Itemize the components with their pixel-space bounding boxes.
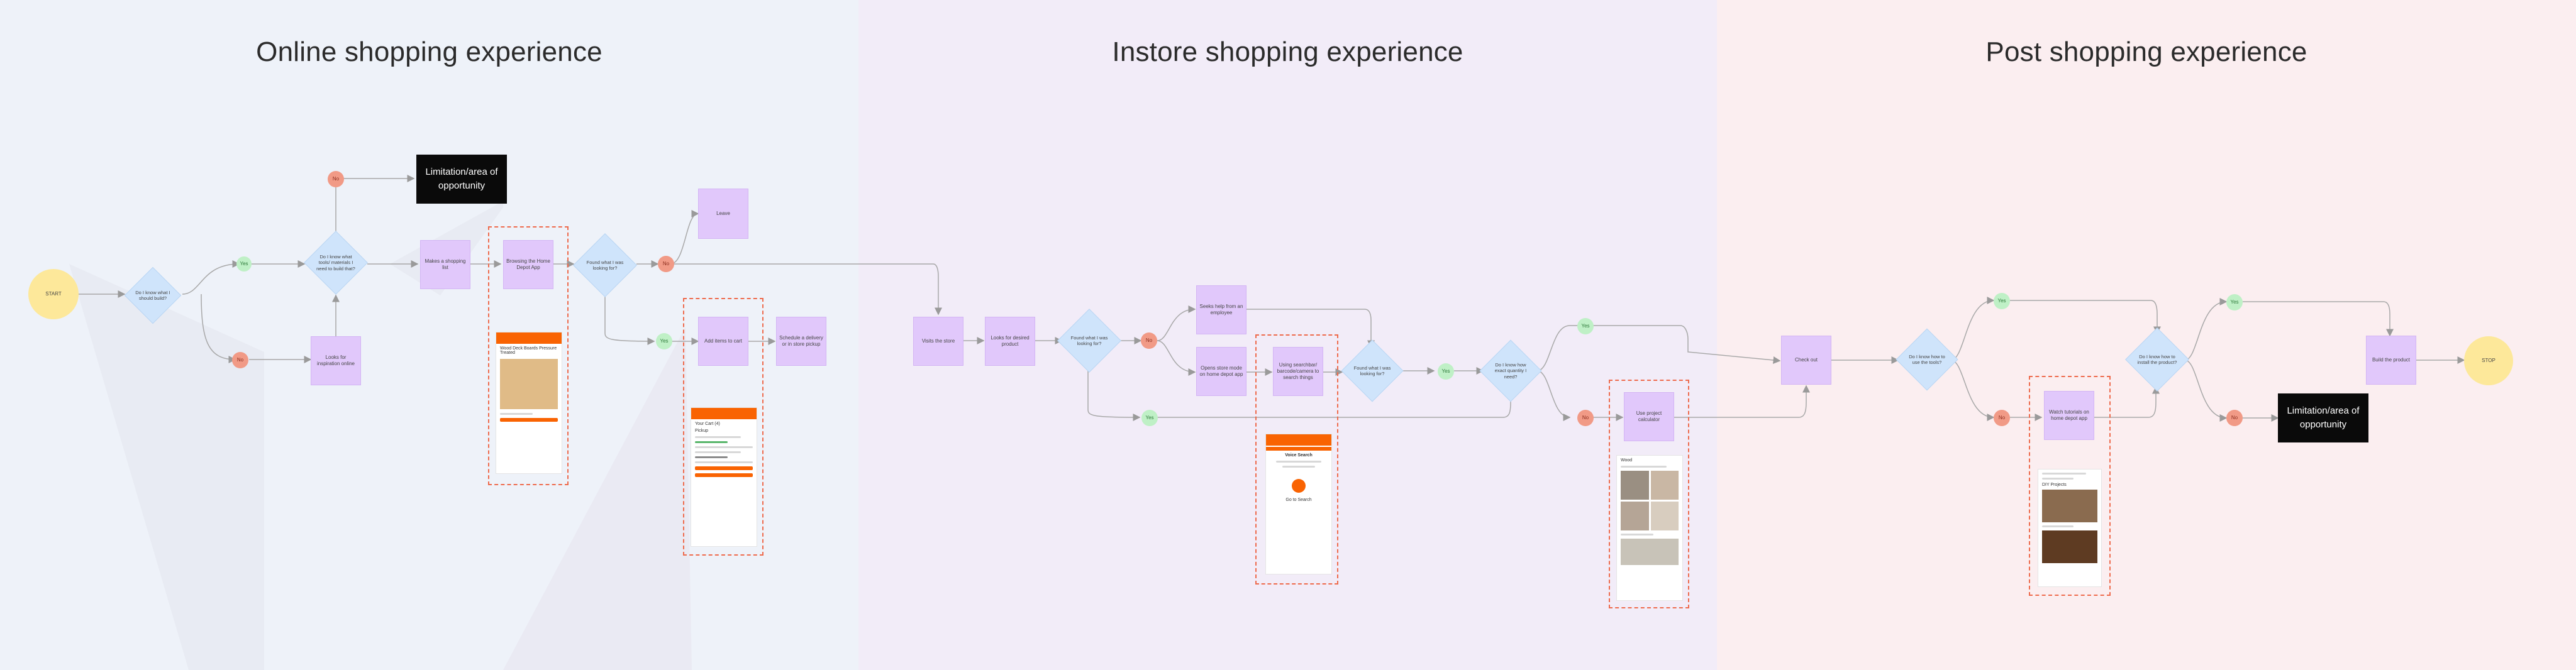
screen-line — [500, 413, 533, 415]
yes-badge: Yes — [2226, 294, 2243, 310]
screen-text: Your Cart (4) — [695, 422, 720, 426]
decision-know-tools: Do I know what tools/ materials I need t… — [304, 231, 368, 295]
no-badge: No — [658, 256, 674, 272]
tile-image — [1621, 471, 1649, 500]
video-thumbnail — [2042, 490, 2097, 522]
screen-line — [2042, 478, 2074, 480]
process-schedule: Schedule a delivery or in store pickup — [776, 317, 826, 366]
decision-text: Do I know how to install the product? — [2137, 353, 2177, 365]
screen-text: Wood Deck Boards Pressure Treated — [500, 346, 557, 355]
yes-badge: Yes — [1438, 363, 1454, 380]
limitation-box: Limitation/area of opportunity — [2278, 393, 2368, 442]
decision-text: Do I know how exact quantity I need? — [1494, 361, 1527, 380]
decision-know-build: Do I know what I should build? — [124, 266, 182, 324]
no-badge: No — [2226, 410, 2243, 426]
process-visits: Visits the store — [913, 317, 963, 366]
tile-image — [1650, 502, 1679, 530]
decision-text: Do I know what tools/ materials I need t… — [316, 253, 355, 272]
process-watch-tutorials: Watch tutorials on home depot app — [2044, 391, 2094, 440]
yes-badge: Yes — [1141, 410, 1158, 426]
process-browsing: Browsing the Home Depot App — [503, 240, 553, 289]
stop-node: STOP — [2464, 336, 2513, 385]
add-to-cart-bar — [500, 418, 558, 422]
microphone-icon — [1292, 479, 1306, 493]
screen-text: Wood — [1621, 458, 1633, 463]
no-badge: No — [328, 171, 344, 187]
video-thumbnail — [2042, 530, 2097, 563]
screen-text: Go to Search — [1285, 498, 1312, 502]
app-screen-cart: Your Cart (4) Pickup — [691, 407, 757, 547]
screen-line — [1621, 466, 1667, 468]
app-screen-tutorials: DIY Projects — [2038, 469, 2102, 587]
decision-know-quantity: Do I know how exact quantity I need? — [1479, 339, 1542, 402]
process-build-product: Build the product — [2366, 336, 2416, 385]
yes-badge: Yes — [656, 333, 672, 349]
no-badge: No — [1994, 410, 2010, 426]
screen-line — [2042, 525, 2074, 527]
start-node: START — [28, 269, 79, 319]
no-badge: No — [1577, 410, 1594, 426]
screen-text: Voice Search — [1285, 453, 1313, 458]
screen-line — [1275, 461, 1322, 463]
process-seeks-help: Seeks help from an employee — [1196, 285, 1246, 334]
tile-image — [1650, 471, 1679, 500]
tile-row — [1621, 502, 1679, 530]
process-add-cart: Add items to cart — [698, 317, 748, 366]
decision-know-install: Do I know how to install the product? — [2125, 327, 2189, 392]
decision-found-online: Found what I was looking for? — [573, 233, 637, 297]
screen-line — [2042, 473, 2086, 475]
screen-line — [695, 451, 741, 453]
screen-text: Pickup — [695, 429, 709, 433]
tile-row — [1621, 471, 1679, 500]
screen-line — [695, 436, 741, 438]
checkout-bar — [695, 466, 753, 470]
decision-text: Do I know what I should build? — [135, 289, 170, 301]
process-inspiration: Looks for inspiration online — [311, 336, 361, 385]
process-project-calc: Use project calculator — [1624, 392, 1674, 441]
screen-line — [1282, 466, 1315, 468]
screen-line — [695, 441, 728, 443]
screen-line — [695, 456, 728, 458]
room-image — [1621, 539, 1679, 565]
yes-badge: Yes — [1994, 293, 2010, 309]
app-screen-product: Wood Deck Boards Pressure Treated — [496, 332, 562, 474]
process-store-mode: Opens store mode on home depot app — [1196, 347, 1246, 396]
process-shopping-list: Makes a shopping list — [420, 240, 470, 289]
decision-found-search: Found what I was looking for? — [1341, 339, 1404, 402]
app-header — [691, 408, 757, 419]
limitation-box: Limitation/area of opportunity — [416, 155, 507, 204]
screen-line — [695, 461, 753, 463]
app-header — [496, 332, 562, 344]
process-check-out: Check out — [1781, 336, 1831, 385]
decision-text: Found what I was looking for? — [1070, 334, 1108, 346]
decision-text: Found what I was looking for? — [1353, 365, 1391, 376]
app-screen-voice: Voice Search Go to Search — [1265, 434, 1332, 574]
tile-image — [1621, 502, 1649, 530]
screen-text: DIY Projects — [2042, 483, 2067, 487]
decision-text: Found what I was looking for? — [586, 259, 624, 271]
lumber-image — [500, 359, 558, 409]
process-using-search: Using searchbar/ barcode/camera to searc… — [1273, 347, 1323, 396]
app-subheader — [1266, 447, 1331, 451]
app-header — [1266, 434, 1331, 446]
decision-know-use: Do I know how to use the tools? — [1896, 328, 1958, 391]
decision-text: Do I know how to use the tools? — [1909, 353, 1945, 365]
no-badge: No — [232, 352, 248, 368]
decision-found-store: Found what I was looking for? — [1057, 309, 1121, 373]
checkout-bar — [695, 473, 753, 477]
process-looks-product: Looks for desired product — [985, 317, 1035, 366]
process-leave: Leave — [698, 189, 748, 239]
no-badge: No — [1141, 332, 1157, 349]
screen-line — [695, 446, 753, 448]
yes-badge: Yes — [1577, 318, 1594, 334]
yes-badge: Yes — [236, 256, 252, 272]
screen-line — [1621, 534, 1653, 535]
app-screen-calculator: Wood — [1616, 455, 1683, 601]
